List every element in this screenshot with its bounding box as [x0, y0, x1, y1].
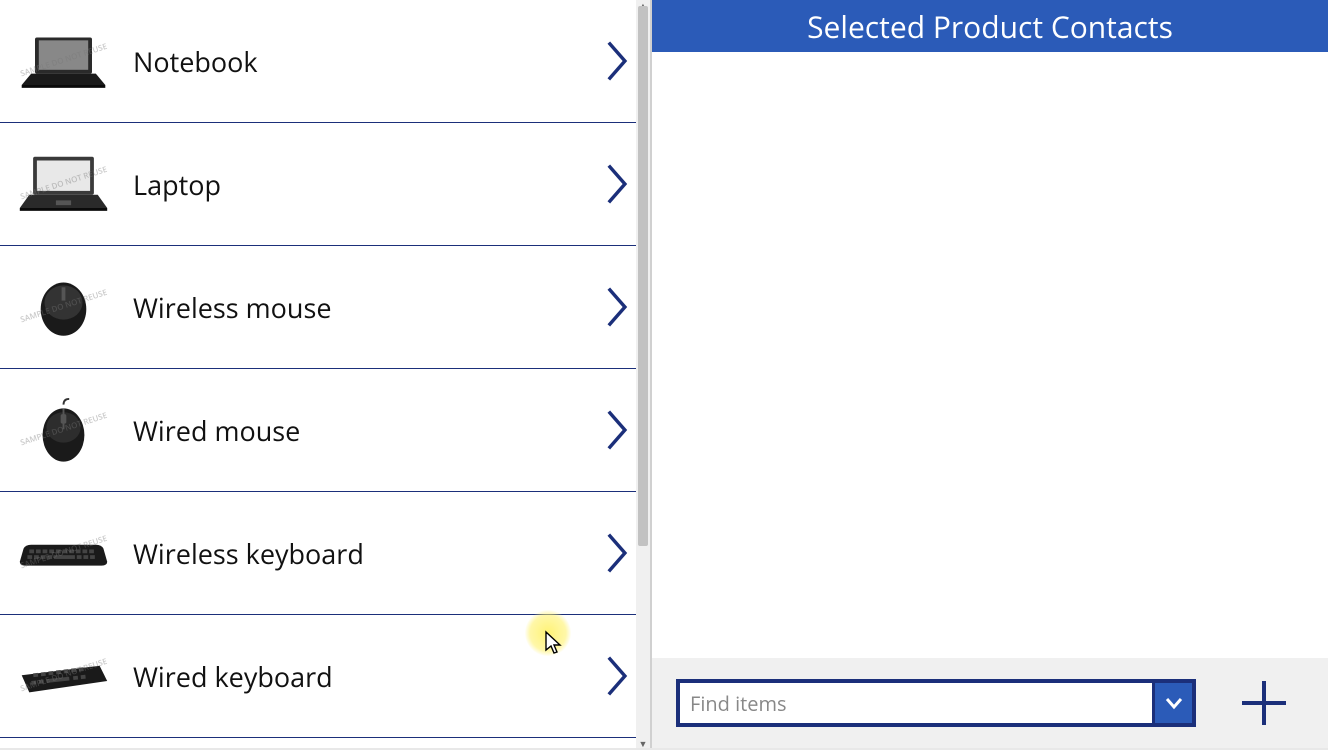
chevron-right-icon: [604, 653, 632, 699]
plus-icon: [1238, 677, 1290, 729]
chevron-right-icon: [604, 407, 632, 453]
find-items-combobox[interactable]: [676, 679, 1196, 727]
product-item-laptop[interactable]: SAMPLE DO NOT REUSE Laptop: [0, 123, 650, 246]
product-label: Wired mouse: [111, 412, 604, 449]
product-label: Notebook: [111, 43, 604, 80]
left-scrollbar[interactable]: ▲ ▼: [636, 0, 650, 748]
contacts-footer: [652, 658, 1328, 748]
find-items-input[interactable]: [680, 683, 1152, 723]
contacts-content: [652, 52, 1328, 658]
product-thumb-wireless-keyboard: SAMPLE DO NOT REUSE: [16, 513, 111, 593]
product-thumb-wireless-mouse: SAMPLE DO NOT REUSE: [16, 267, 111, 347]
find-items-dropdown-button[interactable]: [1152, 683, 1192, 723]
product-label: Wireless mouse: [111, 289, 604, 326]
product-label: Wireless keyboard: [111, 535, 604, 572]
contacts-header-title: Selected Product Contacts: [807, 6, 1173, 47]
chevron-right-icon: [604, 530, 632, 576]
contacts-panel: Selected Product Contacts: [651, 0, 1328, 748]
product-thumb-notebook: SAMPLE DO NOT REUSE: [16, 21, 111, 101]
product-label: Laptop: [111, 166, 604, 203]
product-list-panel: SAMPLE DO NOT REUSE Notebook: [0, 0, 651, 748]
product-list: SAMPLE DO NOT REUSE Notebook: [0, 0, 650, 748]
contacts-header: Selected Product Contacts: [652, 0, 1328, 52]
product-item-wireless-keyboard[interactable]: SAMPLE DO NOT REUSE Wireless keyboard: [0, 492, 650, 615]
product-item-wireless-mouse[interactable]: SAMPLE DO NOT REUSE Wireless mouse: [0, 246, 650, 369]
add-button[interactable]: [1236, 675, 1292, 731]
product-item-wired-keyboard[interactable]: SAMPLE DO NOT REUSE Wired keyboard: [0, 615, 650, 738]
scrollbar-thumb[interactable]: [638, 6, 648, 546]
product-item-wired-mouse[interactable]: SAMPLE DO NOT REUSE Wired mouse: [0, 369, 650, 492]
chevron-right-icon: [604, 38, 632, 84]
chevron-right-icon: [604, 161, 632, 207]
app-root: SAMPLE DO NOT REUSE Notebook: [0, 0, 1328, 748]
product-item-notebook[interactable]: SAMPLE DO NOT REUSE Notebook: [0, 0, 650, 123]
product-thumb-laptop: SAMPLE DO NOT REUSE: [16, 144, 111, 224]
chevron-down-icon: [1164, 696, 1184, 710]
chevron-right-icon: [604, 284, 632, 330]
product-label: Wired keyboard: [111, 658, 604, 695]
product-thumb-wired-mouse: SAMPLE DO NOT REUSE: [16, 390, 111, 470]
product-thumb-wired-keyboard: SAMPLE DO NOT REUSE: [16, 636, 111, 716]
